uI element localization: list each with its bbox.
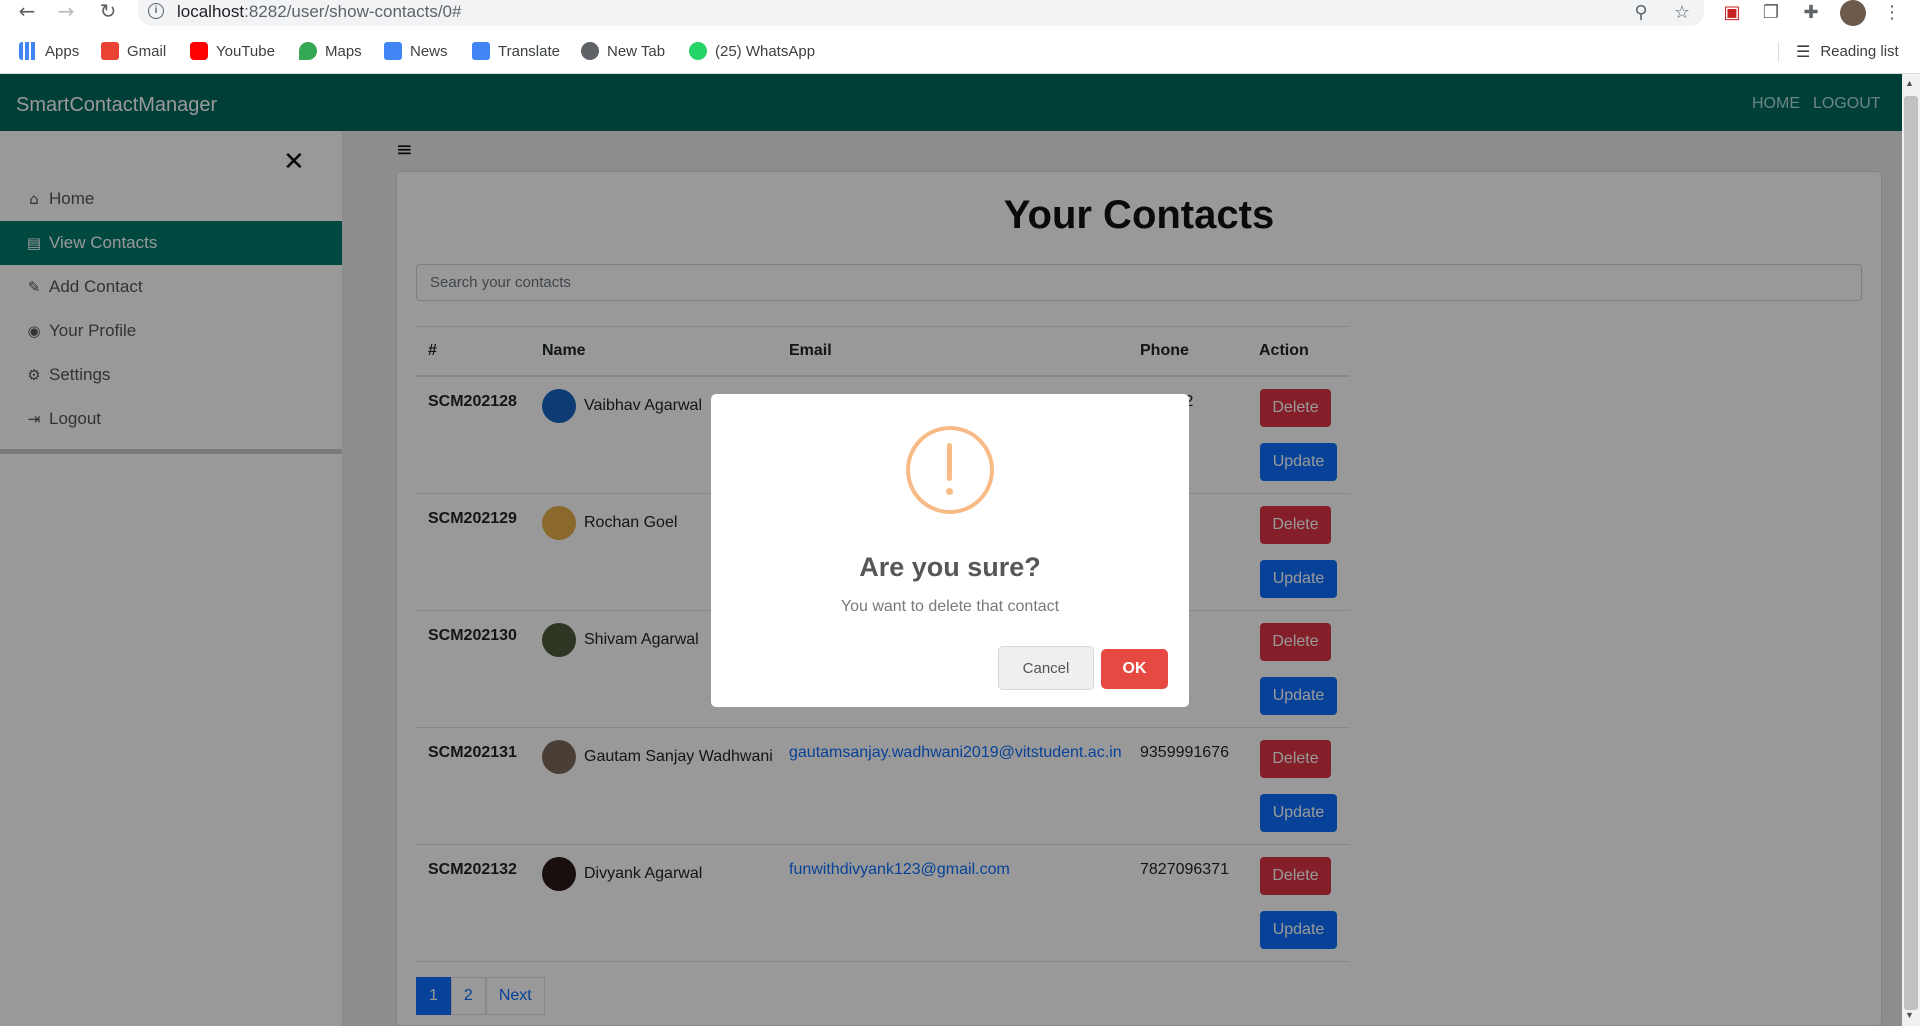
profile-avatar[interactable] [1840, 0, 1866, 26]
back-icon[interactable]: ← [15, 0, 39, 24]
news-icon [384, 42, 402, 60]
scroll-up-arrow[interactable]: ▲ [1905, 78, 1914, 88]
reading-list[interactable]: ☰ Reading list [1796, 42, 1899, 61]
bookmark-translate[interactable]: Translate [472, 42, 560, 60]
translate-icon [472, 42, 490, 60]
info-icon[interactable]: i [148, 3, 164, 19]
bookmark-news[interactable]: News [384, 42, 448, 60]
ok-button[interactable]: OK [1101, 649, 1168, 689]
dialog-text: You want to delete that contact [840, 598, 1060, 615]
warning-icon-bar [947, 443, 952, 481]
apps-icon [19, 42, 37, 60]
menu-icon[interactable]: ⋮ [1881, 2, 1903, 24]
bookmark-gmail[interactable]: Gmail [101, 42, 166, 60]
bookmarks-divider [1778, 42, 1779, 62]
url-text[interactable]: localhost:8282/user/show-contacts/0# [177, 2, 461, 22]
browser-toolbar: ← → ↻ i localhost:8282/user/show-contact… [0, 0, 1920, 28]
scroll-down-arrow[interactable]: ▼ [1905, 1010, 1914, 1020]
bookmarks-bar: Apps Gmail YouTube Maps News Translate N… [0, 28, 1920, 74]
extension-icon[interactable]: ❐ [1760, 2, 1782, 24]
bookmark-apps[interactable]: Apps [19, 42, 79, 60]
cancel-button[interactable]: Cancel [998, 646, 1094, 690]
gmail-icon [101, 42, 119, 60]
extension-icon[interactable]: ▣ [1721, 2, 1743, 24]
reading-list-icon: ☰ [1796, 42, 1811, 61]
bookmark-maps[interactable]: Maps [299, 42, 362, 60]
dialog-title: Are you sure? [859, 552, 1041, 582]
puzzle-icon[interactable]: ✚ [1800, 2, 1822, 24]
reload-icon[interactable]: ↻ [96, 0, 120, 24]
whatsapp-icon [689, 42, 707, 60]
bookmark-new-tab[interactable]: New Tab [581, 42, 665, 60]
zoom-icon[interactable]: ⚲ [1630, 2, 1652, 24]
youtube-icon [190, 42, 208, 60]
globe-icon [581, 42, 599, 60]
maps-icon [299, 42, 317, 60]
bookmark-youtube[interactable]: YouTube [190, 42, 275, 60]
warning-icon-dot [946, 488, 953, 495]
forward-icon[interactable]: → [54, 0, 78, 24]
star-icon[interactable]: ☆ [1671, 2, 1693, 24]
scrollbar-thumb[interactable] [1904, 96, 1918, 1010]
bookmark-whatsapp[interactable]: (25) WhatsApp [689, 42, 815, 60]
